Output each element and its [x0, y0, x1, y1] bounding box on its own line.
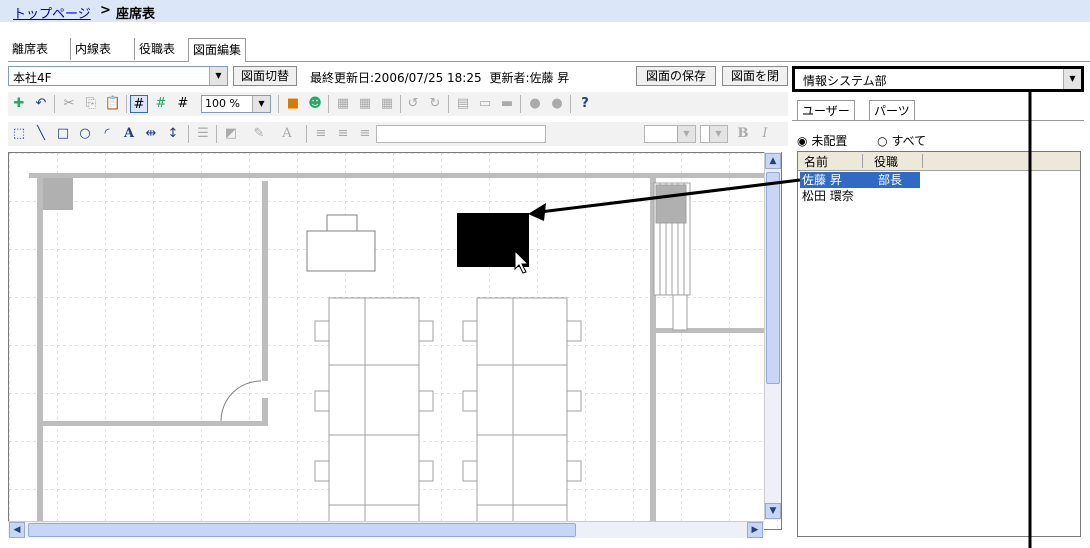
annotation-overlay — [528, 90, 1032, 548]
annotation-arrow-line — [539, 178, 801, 214]
annotation-arrowhead-icon — [528, 203, 546, 221]
